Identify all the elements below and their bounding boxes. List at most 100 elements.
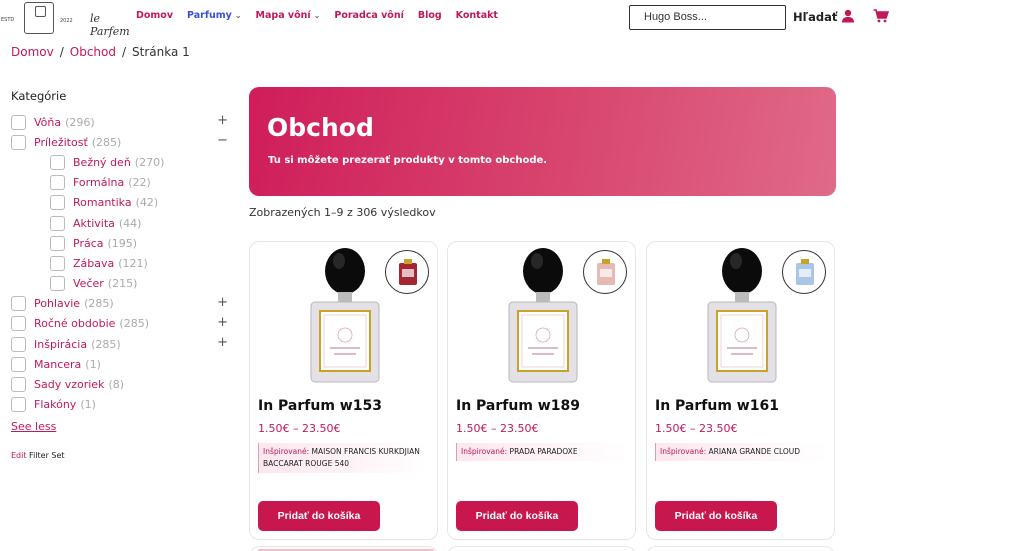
category-item[interactable]: Večer (215) — [11, 274, 236, 294]
product-card[interactable]: In Parfum w189 1.50€ – 23.50€ Inšpirované:… — [447, 241, 636, 540]
add-to-cart-button[interactable]: Pridať do košíka — [655, 501, 777, 531]
category-item[interactable]: Formálna (22) — [11, 173, 236, 193]
product-card[interactable]: In Parfum w161 1.50€ – 23.50€ Inšpirované:… — [646, 241, 835, 540]
perfume-bottle-image[interactable] — [705, 247, 779, 384]
category-item[interactable]: Pohlavie (285) + — [11, 294, 236, 314]
category-item[interactable]: Mancera (1) — [11, 354, 236, 374]
product-price: 1.50€ – 23.50€ — [655, 422, 738, 435]
nav-domov[interactable]: Domov — [136, 10, 173, 21]
nav-blog[interactable]: Blog — [418, 10, 442, 21]
category-label[interactable]: Mancera — [34, 358, 81, 371]
category-checkbox[interactable] — [11, 336, 26, 352]
category-item[interactable]: Inšpirácia (285) + — [11, 334, 236, 354]
inspiration-thumbnail[interactable] — [782, 250, 826, 294]
category-item[interactable]: Ročné obdobie (285) + — [11, 314, 236, 334]
category-label[interactable]: Ročné obdobie — [34, 317, 115, 330]
add-to-cart-button[interactable]: Pridať do košíka — [456, 501, 578, 531]
product-name[interactable]: In Parfum w161 — [655, 398, 779, 414]
breadcrumb: Domov / Obchod / Stránka 1 — [11, 45, 190, 59]
category-checkbox[interactable] — [50, 255, 65, 271]
breadcrumb-shop[interactable]: Obchod — [70, 45, 116, 59]
category-item[interactable]: Aktivita (44) — [11, 213, 236, 233]
add-to-cart-button[interactable]: Pridať do košíka — [258, 501, 380, 531]
category-count: (270) — [134, 155, 165, 169]
category-count: (22) — [128, 176, 151, 190]
category-checkbox[interactable] — [11, 134, 26, 150]
category-label[interactable]: Sady vzoriek — [34, 378, 104, 391]
edit-filter-link[interactable]: Edit — [11, 451, 27, 460]
category-label[interactable]: Pohlavie — [34, 297, 80, 310]
category-count: (285) — [119, 317, 149, 331]
category-checkbox[interactable] — [11, 397, 26, 413]
category-count: (285) — [84, 297, 114, 311]
category-label[interactable]: Bežný deň — [73, 156, 131, 169]
category-checkbox[interactable] — [11, 296, 26, 312]
category-label[interactable]: Práca — [73, 237, 104, 250]
nav-parfumy[interactable]: Parfumy ⌄ — [187, 10, 242, 21]
nav-label: Blog — [417, 10, 442, 21]
inspiration-thumbnail[interactable] — [583, 250, 627, 294]
category-count: (42) — [135, 196, 159, 210]
inspired-by-note: Inšpirované: MAISON FRANCIS KURKDJIAN BA… — [258, 443, 431, 473]
nav-poradca-voni[interactable]: Poradca vôní — [334, 10, 403, 21]
category-checkbox[interactable] — [50, 175, 65, 191]
expand-toggle-icon[interactable]: + — [217, 295, 228, 310]
site-logo[interactable]: 2022 le Parfem — [24, 2, 130, 38]
category-label[interactable]: Zábava — [73, 257, 114, 270]
category-count: (44) — [118, 216, 142, 230]
user-icon[interactable] — [841, 9, 855, 23]
logo-badge-icon — [24, 2, 54, 34]
expand-toggle-icon[interactable]: − — [217, 133, 228, 148]
category-checkbox[interactable] — [11, 377, 26, 393]
category-count: (8) — [108, 378, 125, 392]
search-button[interactable]: Hľadať — [793, 10, 837, 24]
see-less-link[interactable]: See less — [11, 420, 56, 433]
category-label[interactable]: Inšpirácia — [34, 338, 87, 351]
category-item[interactable]: Bežný deň (270) — [11, 152, 236, 172]
expand-toggle-icon[interactable]: + — [217, 315, 228, 330]
perfume-bottle-image[interactable] — [308, 247, 382, 384]
category-checkbox[interactable] — [50, 215, 65, 231]
category-label[interactable]: Vôňa — [34, 116, 61, 129]
expand-toggle-icon[interactable]: + — [217, 113, 228, 128]
category-count: (285) — [91, 135, 122, 149]
cart-icon[interactable] — [873, 9, 889, 23]
category-checkbox[interactable] — [11, 356, 26, 372]
category-checkbox[interactable] — [11, 316, 26, 332]
product-name[interactable]: In Parfum w189 — [456, 398, 580, 414]
category-count: (215) — [107, 277, 138, 291]
search-input[interactable]: Hugo Boss... — [629, 5, 786, 30]
product-name[interactable]: In Parfum w153 — [258, 398, 382, 414]
category-checkbox[interactable] — [11, 114, 26, 130]
category-label[interactable]: Formálna — [73, 176, 124, 189]
category-checkbox[interactable] — [50, 195, 65, 211]
nav-label: Parfumy — [187, 10, 232, 21]
category-item[interactable]: Vôňa (296) + — [11, 112, 236, 132]
category-item[interactable]: Zábava (121) — [11, 253, 236, 273]
breadcrumb-home[interactable]: Domov — [11, 45, 54, 59]
category-label[interactable]: Večer — [73, 277, 104, 290]
page-subtitle: Tu si môžete prezerať produkty v tomto o… — [268, 155, 548, 166]
category-label[interactable]: Flakóny — [34, 398, 76, 411]
category-item[interactable]: Romantika (42) — [11, 193, 236, 213]
category-checkbox[interactable] — [50, 154, 65, 170]
category-item[interactable]: Príležitosť (285) − — [11, 132, 236, 152]
category-item[interactable]: Práca (195) — [11, 233, 236, 253]
category-count: (121) — [118, 256, 148, 270]
expand-toggle-icon[interactable]: + — [217, 335, 228, 350]
category-label[interactable]: Romantika — [73, 196, 132, 209]
inspired-value: ARIANA GRANDE CLOUD — [708, 447, 801, 456]
category-label[interactable]: Príležitosť — [34, 136, 88, 149]
nav-kontakt[interactable]: Kontakt — [456, 10, 498, 21]
category-item[interactable]: Flakóny (1) — [11, 395, 236, 415]
category-label[interactable]: Aktivita — [73, 217, 115, 230]
inspiration-thumbnail[interactable] — [385, 250, 429, 294]
category-checkbox[interactable] — [50, 235, 65, 251]
nav-mapa-voni[interactable]: Mapa vôní ⌄ — [256, 10, 321, 21]
perfume-bottle-image[interactable] — [506, 247, 580, 384]
product-card[interactable]: In Parfum w153 1.50€ – 23.50€ Inšpirované:… — [249, 241, 438, 540]
inspired-value: PRADA PARADOXE — [509, 447, 578, 456]
category-checkbox[interactable] — [50, 276, 65, 292]
sidebar-title: Kategórie — [11, 89, 67, 103]
category-item[interactable]: Sady vzoriek (8) — [11, 374, 236, 394]
